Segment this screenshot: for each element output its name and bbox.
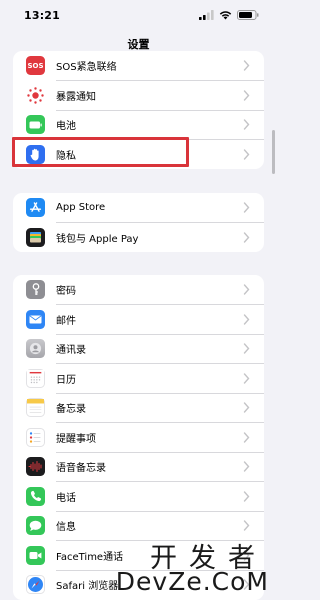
settings-row-label: 提醒事项 (56, 433, 96, 445)
cellular-signal-icon (199, 10, 214, 20)
settings-row-label: Safari 浏览器 (56, 581, 119, 593)
scroll-indicator[interactable] (272, 130, 275, 174)
mail-icon (26, 309, 45, 329)
chevron-right-icon (243, 202, 250, 213)
settings-row-label: 邮件 (56, 315, 76, 327)
watermark-en: DevZe.CoM (115, 567, 269, 596)
chevron-right-icon (243, 119, 250, 130)
settings-row-voice-memos[interactable]: 语音备忘录 (13, 452, 264, 482)
settings-row-notes[interactable]: 备忘录 (13, 393, 264, 423)
chevron-right-icon (243, 148, 250, 160)
reminders-icon (26, 427, 45, 447)
exposure-notification-icon (26, 85, 45, 105)
watermark: 开发者 DevZe.CoM (114, 536, 277, 600)
settings-row-label: 暴露通知 (56, 91, 96, 103)
messages-icon (26, 516, 45, 535)
settings-row-reminders[interactable]: 提醒事项 (13, 423, 264, 452)
settings-row-label: 日历 (56, 374, 76, 386)
contacts-icon (26, 339, 45, 358)
status-bar: 13:21 (0, 0, 277, 30)
calendar-icon (26, 368, 45, 388)
chevron-right-icon (243, 313, 250, 325)
chevron-right-icon (243, 431, 250, 443)
settings-row-label: 备忘录 (56, 404, 86, 416)
settings-row-mail[interactable]: 邮件 (13, 305, 264, 334)
chevron-right-icon (243, 372, 250, 384)
chevron-right-icon (243, 520, 250, 531)
settings-row-exposure[interactable]: 暴露通知 (13, 81, 264, 110)
chevron-right-icon (243, 89, 250, 101)
settings-row-sos[interactable]: SOS SOS紧急联络 (13, 51, 264, 81)
chevron-right-icon (243, 343, 250, 354)
settings-row-passwords[interactable]: 密码 (13, 275, 264, 305)
settings-row-label: 通讯录 (56, 345, 86, 357)
wallet-icon (26, 227, 45, 247)
chevron-right-icon (243, 461, 250, 472)
battery-status-icon (237, 10, 259, 20)
chevron-right-icon (243, 402, 250, 413)
facetime-icon (26, 545, 45, 565)
page-title: 设置 (127, 38, 150, 51)
phone-icon (26, 486, 45, 506)
wifi-icon (219, 11, 232, 20)
chevron-right-icon (243, 231, 250, 243)
voice-memos-icon (26, 457, 45, 476)
settings-group-store: App Store 钱包与 Apple Pay (13, 193, 264, 252)
settings-row-app-store[interactable]: App Store (13, 193, 264, 223)
settings-row-calendar[interactable]: 日历 (13, 364, 264, 393)
settings-row-label: 信息 (56, 522, 76, 534)
settings-row-label: 语音备忘录 (56, 463, 106, 475)
settings-row-label: 钱包与 Apple Pay (56, 233, 139, 245)
status-icons (199, 10, 259, 20)
chevron-right-icon (243, 284, 250, 295)
settings-row-label: App Store (56, 202, 106, 214)
safari-icon (26, 575, 45, 594)
settings-row-label: SOS紧急联络 (56, 62, 117, 74)
settings-row-label: 密码 (56, 286, 76, 298)
battery-icon (26, 115, 45, 134)
settings-row-wallet[interactable]: 钱包与 Apple Pay (13, 223, 264, 253)
app-store-icon (26, 198, 45, 217)
status-time: 13:21 (24, 8, 61, 22)
settings-row-label: 电池 (56, 121, 76, 133)
settings-row-contacts[interactable]: 通讯录 (13, 334, 264, 364)
chevron-right-icon (243, 60, 250, 71)
privacy-highlight-box (12, 137, 189, 167)
chevron-right-icon (243, 490, 250, 502)
sos-icon: SOS (26, 56, 45, 75)
key-icon (26, 280, 45, 299)
notes-icon (26, 398, 45, 417)
settings-row-phone[interactable]: 电话 (13, 482, 264, 511)
settings-row-label: 电话 (56, 492, 76, 504)
settings-row-battery[interactable]: 电池 (13, 110, 264, 140)
